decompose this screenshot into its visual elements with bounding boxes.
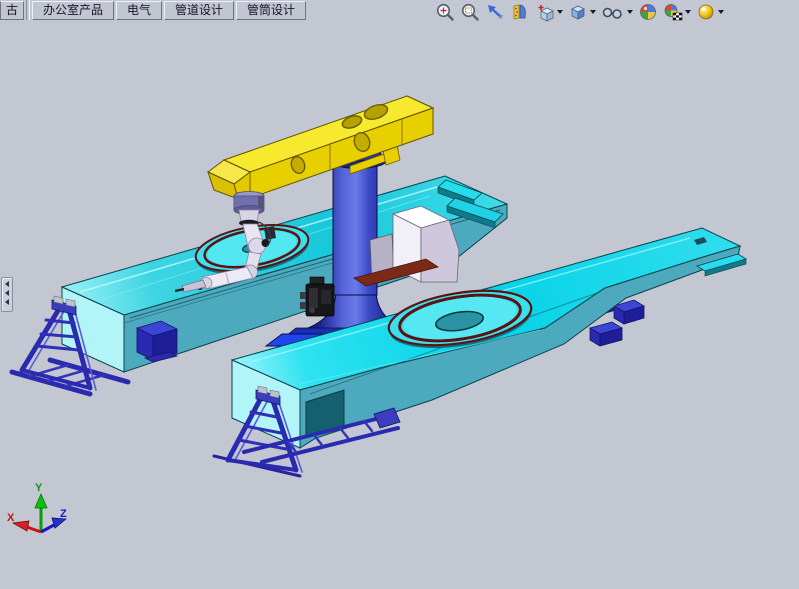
view-toolbar xyxy=(434,0,725,24)
collapse-arrow-icon xyxy=(5,281,9,287)
z-axis-label: Z xyxy=(60,508,67,520)
view-settings-dropdown[interactable] xyxy=(718,10,724,14)
view-orientation-dropdown[interactable] xyxy=(557,10,563,14)
display-style-dropdown[interactable] xyxy=(590,10,596,14)
hide-show-items-button[interactable] xyxy=(600,1,634,23)
previous-view-button[interactable] xyxy=(484,1,506,23)
hide-show-items-icon xyxy=(601,2,625,22)
zoom-to-fit-icon xyxy=(435,2,455,22)
graphics-viewport[interactable]: X Y Z xyxy=(0,0,799,589)
reference-triad: X Y Z xyxy=(7,482,67,532)
y-axis-arrow xyxy=(35,494,47,508)
view-orientation-button[interactable] xyxy=(534,1,564,23)
edit-appearance-button[interactable] xyxy=(637,1,659,23)
section-view-button[interactable] xyxy=(509,1,531,23)
tab-tubing[interactable]: 管筒设计 xyxy=(236,1,306,20)
display-style-button[interactable] xyxy=(567,1,597,23)
solidworks-window: { "window": { "background_color": "#c3c7… xyxy=(0,0,799,589)
tab-office-products[interactable]: 办公室产品 xyxy=(32,1,114,20)
hide-show-items-dropdown[interactable] xyxy=(627,10,633,14)
feature-pan​el-splitter-handle[interactable] xyxy=(1,277,13,312)
apply-scene-dropdown[interactable] xyxy=(685,10,691,14)
view-settings-button[interactable] xyxy=(695,1,725,23)
edit-appearance-icon xyxy=(638,2,658,22)
zoom-to-area-icon xyxy=(460,2,480,22)
robot-boom[interactable] xyxy=(208,96,433,199)
section-view-icon xyxy=(510,2,530,22)
zoom-to-area-button[interactable] xyxy=(459,1,481,23)
checkered-flag xyxy=(673,13,682,20)
apply-scene-icon xyxy=(663,2,683,22)
tab-separator xyxy=(26,0,30,20)
y-axis-label: Y xyxy=(35,482,43,494)
tab-piping[interactable]: 管道设计 xyxy=(164,1,234,20)
tab-partial[interactable]: 古 xyxy=(0,1,24,20)
collapse-arrow-icon xyxy=(5,299,9,305)
previous-view-icon xyxy=(485,2,505,22)
collapse-arrow-icon xyxy=(5,290,9,296)
view-settings-icon xyxy=(696,2,716,22)
x-axis-label: X xyxy=(7,512,15,524)
apply-scene-button[interactable] xyxy=(662,1,692,23)
command-manager-tabs: 古 办公室产品 电气 管道设计 管筒设计 xyxy=(0,0,306,22)
support-foot-front[interactable] xyxy=(590,322,622,346)
display-style-icon xyxy=(568,2,588,22)
view-orientation-icon xyxy=(535,2,555,22)
zoom-to-fit-button[interactable] xyxy=(434,1,456,23)
tab-electrical[interactable]: 电气 xyxy=(116,1,162,20)
x-axis-arrow xyxy=(13,521,29,531)
